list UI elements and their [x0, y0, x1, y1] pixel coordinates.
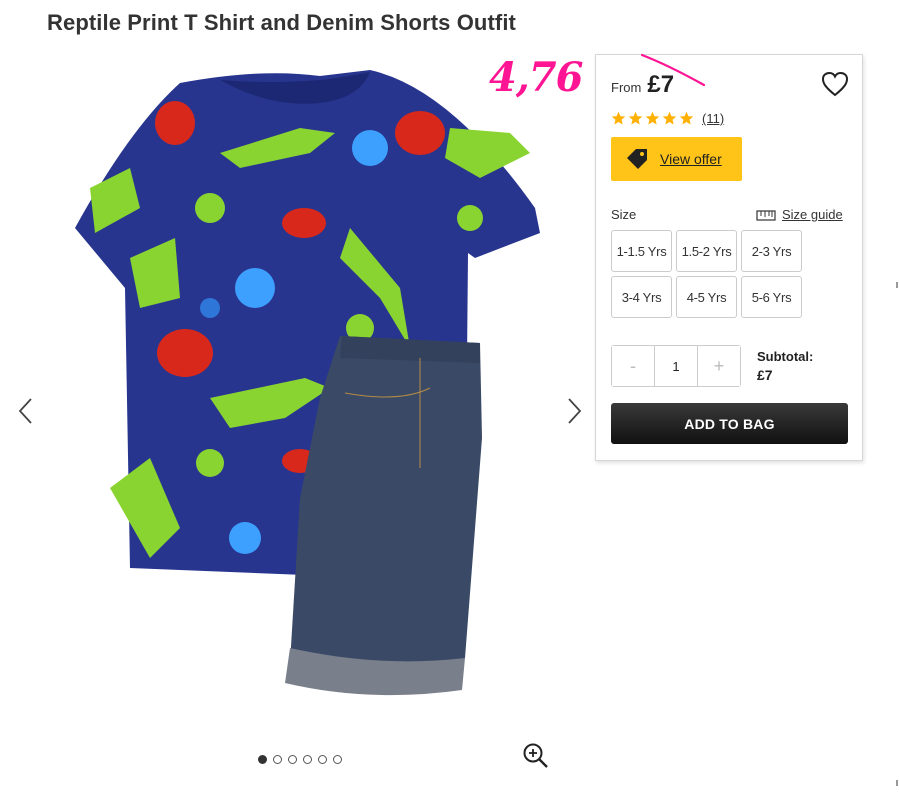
size-label: Size: [611, 207, 637, 222]
product-image[interactable]: [70, 58, 545, 738]
view-offer-label: View offer: [660, 151, 722, 167]
gallery-dot[interactable]: [303, 755, 312, 764]
quantity-decrease-button[interactable]: -: [612, 346, 654, 386]
size-option[interactable]: 2-3 Yrs: [741, 230, 802, 272]
size-guide-label: Size guide: [782, 207, 843, 222]
zoom-in-icon: [523, 743, 548, 768]
quantity-stepper: - 1 +: [611, 345, 741, 387]
gallery-prev-button[interactable]: [14, 396, 38, 426]
zoom-button[interactable]: [522, 742, 550, 770]
star-icon: [645, 111, 660, 125]
quantity-field[interactable]: 1: [654, 346, 698, 386]
star-icon: [679, 111, 694, 125]
gallery-dots: [258, 755, 342, 764]
edge-mark: [896, 282, 898, 288]
gallery-dot[interactable]: [288, 755, 297, 764]
size-option[interactable]: 1-1.5 Yrs: [611, 230, 672, 272]
price-value: £7: [647, 71, 675, 98]
size-option[interactable]: 4-5 Yrs: [676, 276, 737, 318]
subtotal-label: Subtotal:: [757, 349, 814, 364]
gallery-dot[interactable]: [273, 755, 282, 764]
gallery-dot[interactable]: [318, 755, 327, 764]
heart-icon: [821, 71, 849, 97]
rating: (11): [611, 111, 724, 126]
star-icon: [662, 111, 677, 125]
favourite-button[interactable]: [821, 71, 849, 97]
size-option[interactable]: 1.5-2 Yrs: [676, 230, 737, 272]
price-annotation: 4,76: [489, 54, 583, 101]
view-offer-button[interactable]: View offer: [611, 137, 742, 181]
chevron-left-icon: [18, 398, 32, 424]
size-options: 1-1.5 Yrs 1.5-2 Yrs 2-3 Yrs 3-4 Yrs 4-5 …: [611, 230, 802, 318]
gallery-next-button[interactable]: [562, 396, 586, 426]
edge-mark: [896, 780, 898, 786]
size-option[interactable]: 3-4 Yrs: [611, 276, 672, 318]
star-icon: [611, 111, 626, 125]
quantity-increase-button[interactable]: +: [698, 346, 740, 386]
chevron-right-icon: [568, 398, 582, 424]
size-option[interactable]: 5-6 Yrs: [741, 276, 802, 318]
price-row: From £7: [611, 71, 674, 99]
add-to-bag-button[interactable]: ADD TO BAG: [611, 403, 848, 444]
star-icon: [628, 111, 643, 125]
size-guide-link[interactable]: Size guide: [756, 207, 843, 222]
review-count-link[interactable]: (11): [702, 111, 724, 126]
gallery-dot[interactable]: [333, 755, 342, 764]
product-gallery: [0, 50, 595, 785]
subtotal-value: £7: [757, 367, 773, 383]
gallery-dot[interactable]: [258, 755, 267, 764]
from-label: From: [611, 80, 642, 95]
tag-icon: [627, 149, 647, 169]
page-title: Reptile Print T Shirt and Denim Shorts O…: [47, 10, 516, 35]
purchase-panel: From £7 (11) View offer Size Size guide …: [595, 53, 863, 461]
subtotal: Subtotal: £7: [757, 348, 813, 384]
ruler-icon: [756, 209, 776, 221]
